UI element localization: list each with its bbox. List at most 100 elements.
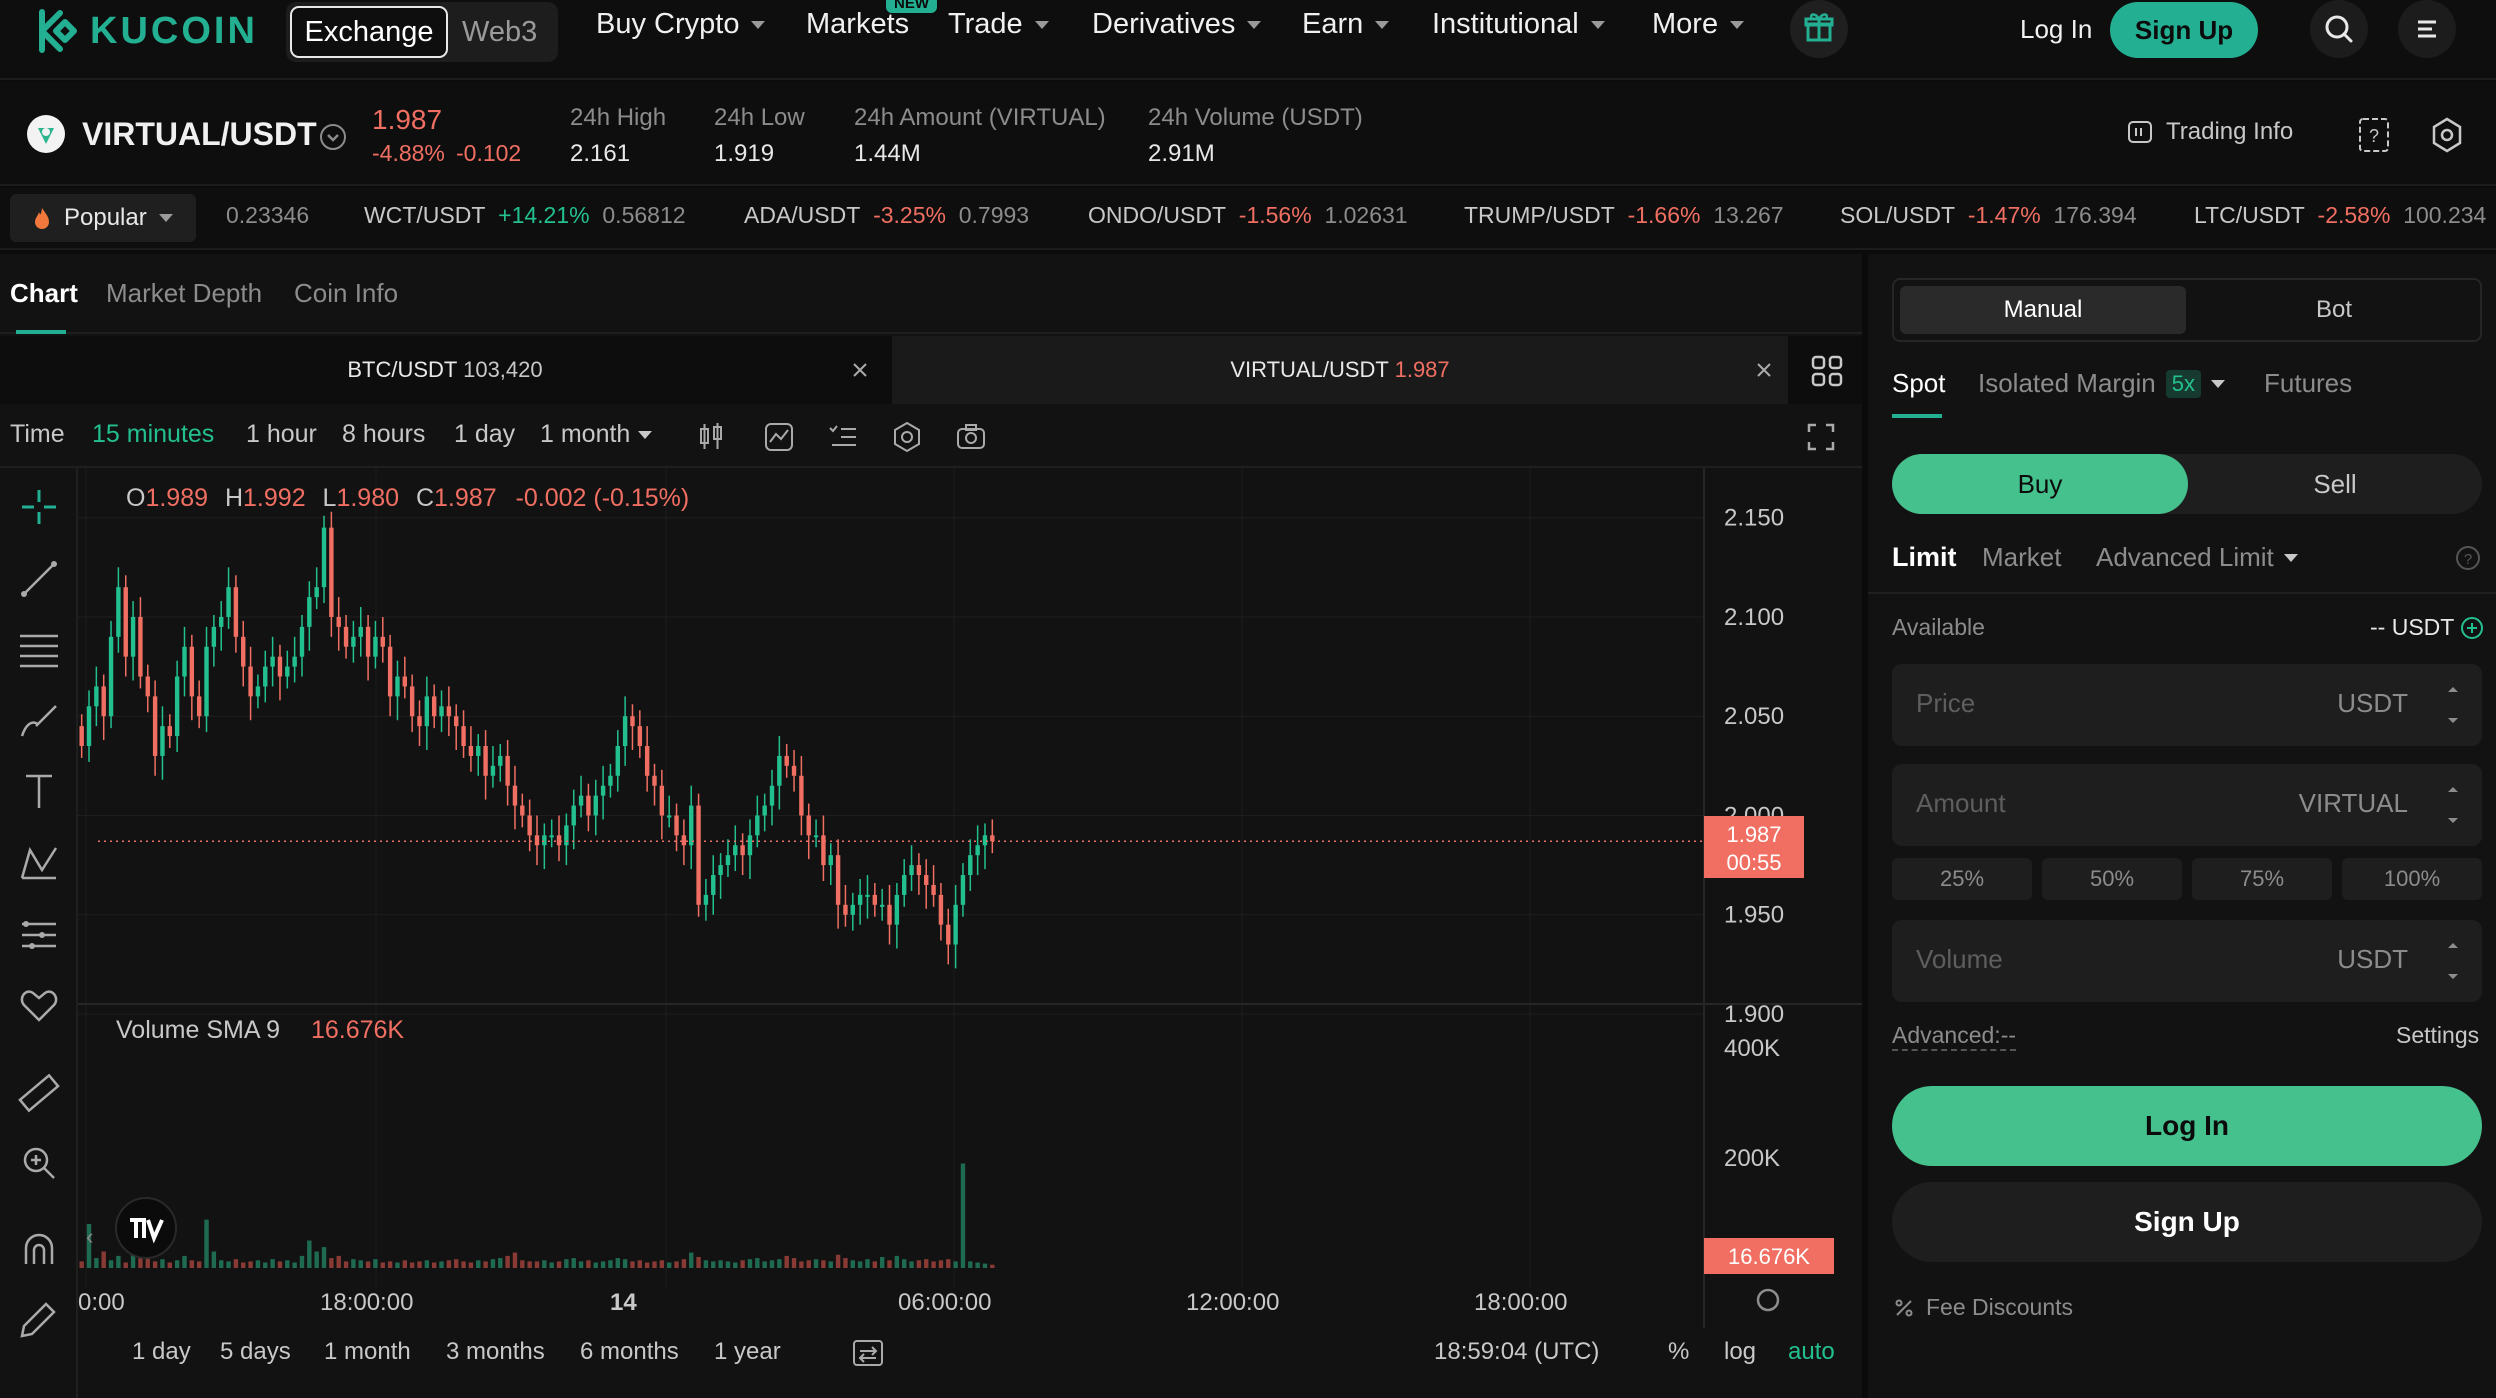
scroll-left-icon[interactable]: ‹ [86,1224,93,1249]
tradingview-logo[interactable] [115,1197,177,1259]
type-futures[interactable]: Futures [2264,368,2352,399]
market-item[interactable]: ADA/USDT -3.25% 0.7993 [744,202,1029,229]
pair-dropdown-button[interactable] [318,122,348,152]
search-button[interactable] [2310,0,2368,58]
nav-buy-crypto[interactable]: Buy Crypto [596,8,766,41]
nav-earn[interactable]: Earn [1302,8,1390,41]
order-limit[interactable]: Limit [1892,542,1957,573]
amount-label: 24h Amount (VIRTUAL) [854,104,1106,131]
range-5d[interactable]: 5 days [220,1338,291,1366]
mode-bot[interactable]: Bot [2194,286,2474,334]
percent-50[interactable]: 50% [2042,858,2182,900]
trading-info-button[interactable]: Trading Info [2126,118,2293,146]
percent-toggle[interactable]: % [1668,1338,1689,1366]
percent-25[interactable]: 25% [1892,858,2032,900]
menu-button[interactable] [2398,0,2456,58]
log-toggle[interactable]: log [1724,1338,1756,1366]
nav-institutional[interactable]: Institutional [1432,8,1605,41]
percent-75[interactable]: 75% [2192,858,2332,900]
snapshot-button[interactable] [954,420,988,454]
volume-stepper[interactable] [2440,934,2466,988]
nav-more[interactable]: More [1652,8,1745,41]
pair-title[interactable]: VIRTUAL/USDT [82,116,317,153]
tf-15m[interactable]: 15 minutes [92,420,214,449]
range-1m[interactable]: 1 month [324,1338,411,1366]
tab-coin-info[interactable]: Coin Info [294,278,398,309]
tf-1month-dropdown[interactable]: 1 month [540,420,653,449]
kucoin-logo[interactable]: KUCOIN [34,8,258,54]
market-item[interactable]: ONDO/USDT -1.56% 1.02631 [1088,202,1408,229]
fee-discounts-link[interactable]: Fee Discounts [1892,1294,2073,1321]
exchange-tab[interactable]: Exchange [290,6,448,58]
market-item[interactable]: WCT/USDT +14.21% 0.56812 [364,202,686,229]
axis-settings-button[interactable] [1756,1288,1780,1312]
add-circle-icon[interactable] [2460,616,2484,640]
percent-100[interactable]: 100% [2342,858,2482,900]
signup-button[interactable]: Sign Up [2110,2,2258,58]
tab-market-depth[interactable]: Market Depth [106,278,262,309]
login-link[interactable]: Log In [2020,14,2092,45]
buy-tab[interactable]: Buy [1892,454,2188,514]
order-market[interactable]: Market [1982,542,2061,573]
amount-stepper[interactable] [2440,778,2466,832]
price-input[interactable]: Price USDT [1892,664,2482,746]
prediction-tool[interactable] [12,908,66,962]
nav-trade[interactable]: Trade [948,8,1049,41]
trendline-tool[interactable] [12,552,66,606]
market-item[interactable]: LTC/USDT -2.58% 100.234 [2194,202,2486,229]
settings-link[interactable]: Settings [2396,1022,2479,1049]
brush-tool[interactable] [12,694,66,748]
market-item[interactable]: TRUMP/USDT -1.66% 13.267 [1464,202,1784,229]
fib-tool[interactable] [12,622,66,676]
web3-tab[interactable]: Web3 [462,6,537,58]
pair-tab-btc[interactable]: BTC/USDT 103,420 [0,336,890,404]
candle-type-button[interactable] [694,420,728,454]
amount-input[interactable]: Amount VIRTUAL [1892,764,2482,846]
range-1y[interactable]: 1 year [714,1338,781,1366]
price-stepper[interactable] [2440,678,2466,732]
pattern-tool[interactable] [12,836,66,890]
pair-tab-virtual[interactable]: VIRTUAL/USDT 1.987 [892,336,1788,404]
close-tab-virtual-button[interactable] [1752,358,1776,382]
tf-8h[interactable]: 8 hours [342,420,425,449]
magnet-tool[interactable] [12,1224,66,1278]
crosshair-tool[interactable] [12,480,66,534]
fullscreen-button[interactable] [1804,420,1838,454]
templates-button[interactable] [826,420,860,454]
type-spot[interactable]: Spot [1892,368,1946,399]
range-3m[interactable]: 3 months [446,1338,545,1366]
tf-1d[interactable]: 1 day [454,420,515,449]
range-1d[interactable]: 1 day [132,1338,191,1366]
tab-chart[interactable]: Chart [10,278,78,309]
advanced-toggle[interactable]: Advanced:-- [1892,1022,2017,1051]
auto-toggle[interactable]: auto [1788,1338,1835,1366]
range-6m[interactable]: 6 months [580,1338,679,1366]
login-button[interactable]: Log In [1892,1086,2482,1166]
ruler-tool[interactable] [12,1066,66,1120]
volume-input[interactable]: Volume USDT [1892,920,2482,1002]
popular-dropdown[interactable]: Popular [10,194,196,242]
nav-derivatives[interactable]: Derivatives [1092,8,1262,41]
draw-lock-tool[interactable] [12,1292,66,1346]
price-chart[interactable]: 2.1502.1002.0502.0001.9501.900 400K200K … [78,468,1862,1328]
order-help-button[interactable]: ? [2454,544,2482,572]
tf-1h[interactable]: 1 hour [246,420,317,449]
gift-button[interactable] [1790,0,1848,58]
indicators-button[interactable] [762,420,796,454]
zoom-tool[interactable] [12,1136,66,1190]
favorites-tool[interactable] [12,978,66,1032]
utc-clock[interactable]: 18:59:04 (UTC) [1434,1338,1599,1366]
text-tool[interactable] [12,764,66,818]
chart-settings-button[interactable] [890,420,924,454]
layout-grid-button[interactable] [1810,354,1844,388]
close-tab-btc-button[interactable] [848,358,872,382]
signup-trade-button[interactable]: Sign Up [1892,1182,2482,1262]
market-item[interactable]: SOL/USDT -1.47% 176.394 [1840,202,2137,229]
goto-date-button[interactable] [850,1336,886,1370]
sell-tab[interactable]: Sell [2188,454,2482,514]
settings-button[interactable] [2428,116,2466,154]
order-advanced-limit[interactable]: Advanced Limit [2096,542,2298,573]
type-isolated-margin[interactable]: Isolated Margin 5x [1978,368,2226,399]
mode-manual[interactable]: Manual [1900,286,2186,334]
help-button[interactable]: ? [2356,116,2394,154]
